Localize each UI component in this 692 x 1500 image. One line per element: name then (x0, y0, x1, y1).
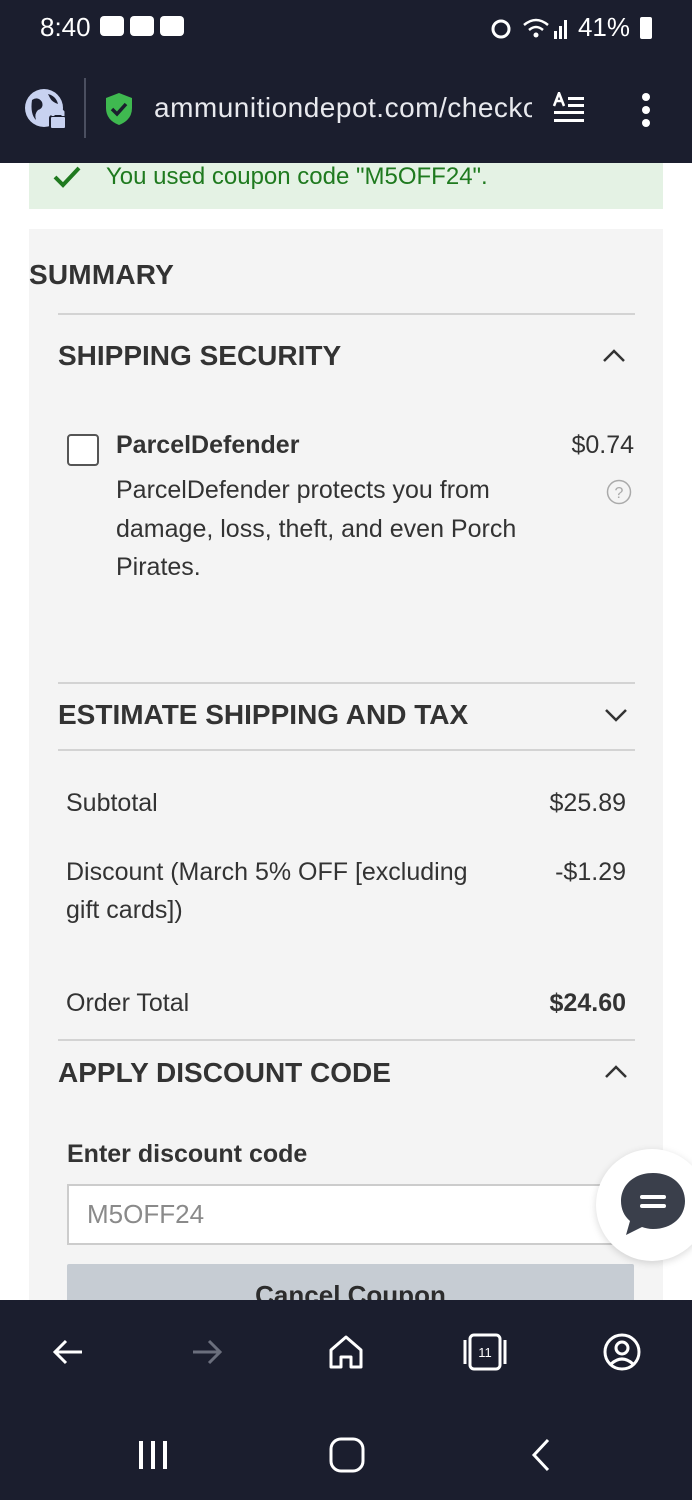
parceldefender-description: ParcelDefender protects you from damage,… (116, 476, 517, 581)
coupon-success-banner: You used coupon code "M5OFF24". (29, 163, 663, 209)
tab-count: 11 (478, 1345, 492, 1360)
recent-apps-icon[interactable] (136, 1438, 170, 1472)
discount-value: -$1.29 (555, 858, 626, 886)
discount-field-label: Enter discount code (67, 1140, 308, 1168)
browser-bottom-nav: 11 (0, 1300, 692, 1410)
url-field[interactable]: ammunitiondepot.com/checkout/cart/ (154, 92, 532, 128)
page-content: You used coupon code "M5OFF24". SUMMARY … (0, 163, 692, 1300)
browser-url-bar: ammunitiondepot.com/checkout/cart/ (0, 56, 692, 163)
gallery-icon (100, 16, 124, 36)
more-vert-icon[interactable] (638, 92, 654, 128)
subtotal-value: $25.89 (549, 789, 626, 817)
tabs-icon[interactable]: 11 (462, 1332, 508, 1372)
shipping-security-header[interactable]: SHIPPING SECURITY (58, 340, 341, 372)
divider (58, 313, 635, 315)
cancel-coupon-button[interactable]: Cancel Coupon (67, 1264, 634, 1300)
estimate-shipping-header[interactable]: ESTIMATE SHIPPING AND TAX (58, 699, 468, 731)
svg-text:?: ? (615, 485, 624, 502)
chevron-down-icon[interactable] (603, 706, 629, 724)
order-total-value: $24.60 (549, 989, 626, 1017)
status-bar: 8:40 41% (0, 0, 692, 56)
account-icon[interactable] (602, 1332, 642, 1372)
globe-lock-icon[interactable] (24, 88, 68, 132)
apply-discount-header[interactable]: APPLY DISCOUNT CODE (58, 1057, 391, 1089)
reader-mode-icon[interactable] (552, 92, 586, 126)
divider (58, 682, 635, 684)
home-circle-icon[interactable] (328, 1436, 366, 1474)
battery-icon (640, 16, 652, 39)
parceldefender-name: ParcelDefender (116, 431, 300, 459)
chevron-up-icon[interactable] (603, 1063, 629, 1081)
coupon-success-text: You used coupon code "M5OFF24". (106, 163, 488, 190)
status-right: 41% (490, 12, 652, 43)
url-divider (84, 78, 86, 138)
divider (58, 1039, 635, 1041)
discount-code-input[interactable]: M5OFF24 (67, 1184, 634, 1245)
parceldefender-checkbox[interactable] (67, 434, 99, 466)
back-icon[interactable] (48, 1332, 88, 1372)
notification-icons (100, 16, 184, 36)
system-nav-bar (0, 1410, 692, 1500)
discount-label: Discount (March 5% OFF [excluding gift c… (66, 858, 468, 924)
battery-text: 41% (577, 12, 630, 42)
summary-title: SUMMARY (29, 259, 175, 290)
shield-check-icon[interactable] (104, 92, 134, 126)
youtube-icon-2 (160, 16, 184, 36)
chat-icon[interactable] (618, 1169, 688, 1239)
order-total-label: Order Total (66, 989, 190, 1017)
system-back-icon[interactable] (528, 1436, 556, 1474)
wifi-signal-icon (523, 18, 567, 39)
status-time: 8:40 (40, 12, 91, 42)
youtube-icon (130, 16, 154, 36)
subtotal-label: Subtotal (66, 789, 158, 817)
divider (58, 749, 635, 751)
home-icon[interactable] (326, 1332, 366, 1372)
forward-icon[interactable] (187, 1332, 227, 1372)
chevron-up-icon[interactable] (601, 347, 627, 365)
parceldefender-price: $0.74 (571, 431, 634, 459)
help-icon[interactable]: ? (606, 479, 632, 505)
alarm-icon (491, 19, 511, 38)
check-icon (53, 166, 81, 188)
